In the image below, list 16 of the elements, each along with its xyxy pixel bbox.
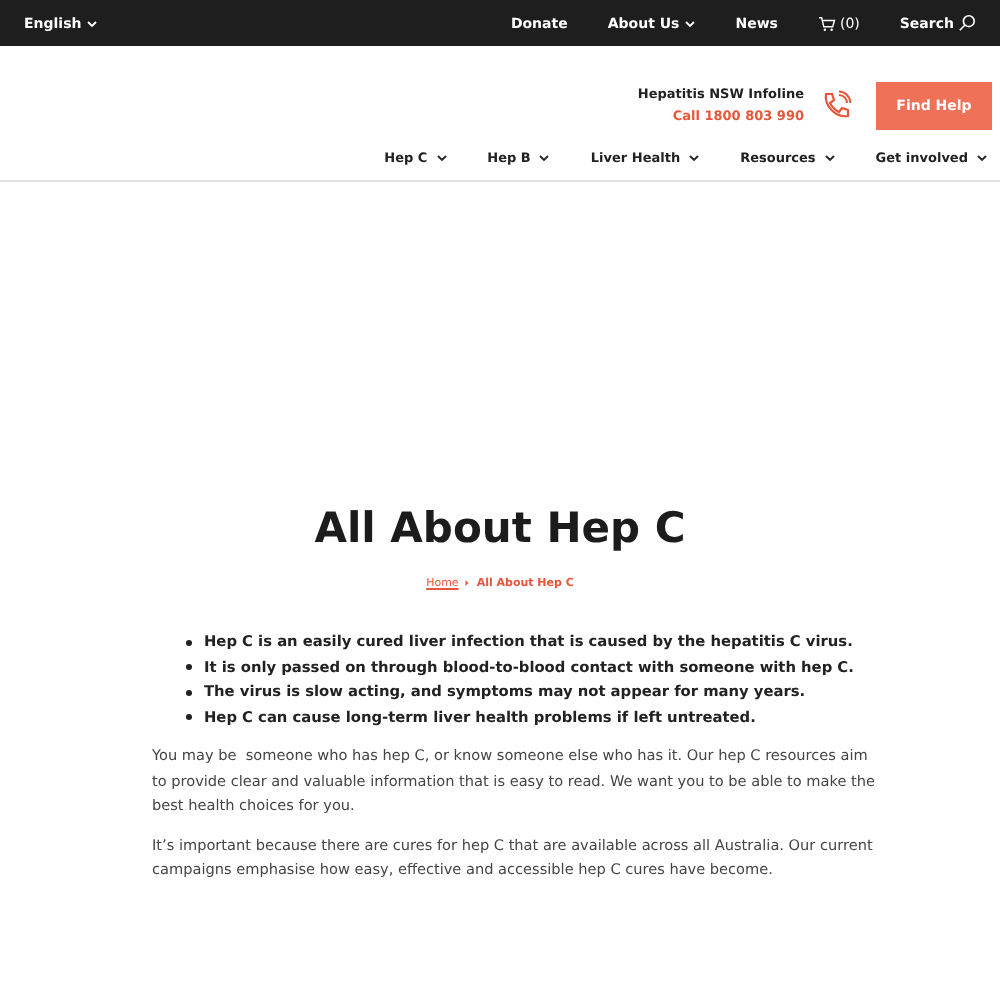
bullet-icon xyxy=(186,639,192,646)
page-title: All About Hep C xyxy=(312,504,688,552)
caret-icon xyxy=(85,19,98,27)
caret-icon xyxy=(688,154,701,162)
search-icon xyxy=(958,14,976,32)
bullet-icon xyxy=(186,689,192,696)
cart-icon xyxy=(817,15,836,31)
caret-icon xyxy=(976,154,988,162)
bullet-icon xyxy=(186,714,192,721)
caret-icon xyxy=(823,154,836,162)
caret-icon xyxy=(538,154,551,162)
caret-icon xyxy=(435,154,448,162)
separator-icon xyxy=(464,578,471,588)
caret-icon xyxy=(683,19,696,27)
phone-icon xyxy=(820,90,852,122)
bullet-icon xyxy=(186,664,192,671)
